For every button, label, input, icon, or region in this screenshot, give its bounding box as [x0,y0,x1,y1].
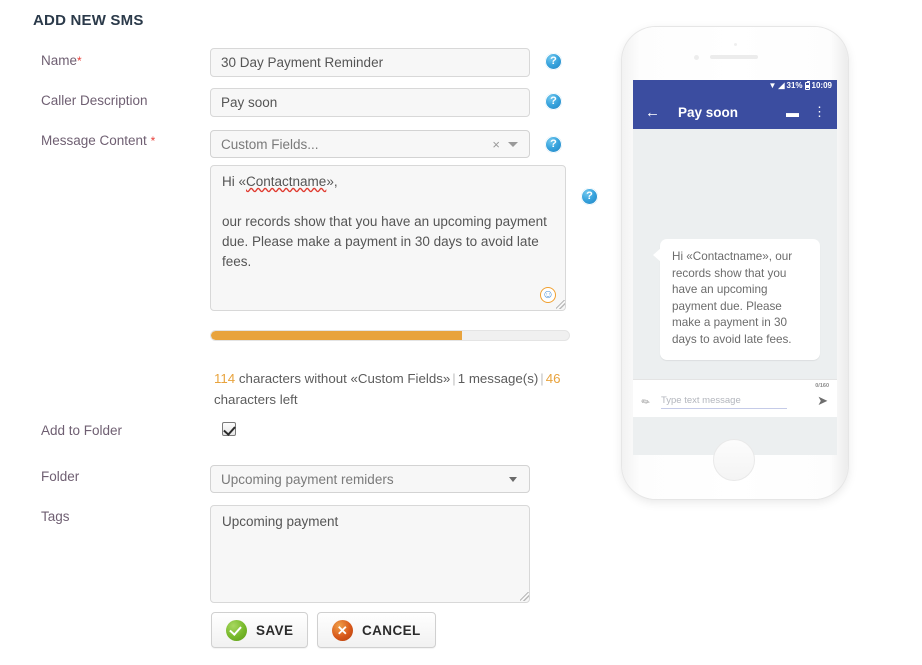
help-icon-custom-fields[interactable]: ? [545,136,562,153]
character-count-text: characters without «Custom Fields» [235,371,451,386]
folder-select[interactable]: Upcoming payment remiders [210,465,530,493]
proximity-sensor-icon [734,43,737,46]
send-icon[interactable]: ➤ [817,393,828,409]
cancel-button-label: CANCEL [362,622,421,638]
phone-screen: ▼ ◢ 31% 10:09 ← Pay soon ▬ ⋮ Hi «Contact… [633,80,837,455]
chevron-down-icon[interactable] [508,141,518,147]
earpiece-speaker [710,55,758,59]
folder-value: Upcoming payment remiders [221,471,394,487]
tags-label: Tags [41,509,70,524]
phone-message-placeholder[interactable]: Type text message [661,395,787,409]
page-title: ADD NEW SMS [33,12,144,29]
character-progress-bar [210,330,570,341]
check-circle-icon [226,619,247,641]
add-new-sms-page: ADD NEW SMS Name* ? Caller Description ?… [0,0,922,665]
message-count: 1 message(s) [457,371,539,386]
character-progress-fill [211,331,462,340]
custom-fields-value: Custom Fields... [221,136,319,152]
wifi-icon: ▼ [768,81,777,90]
close-circle-icon: ✕ [332,619,353,641]
phone-app-bar: ← Pay soon ▬ ⋮ [633,95,837,129]
overflow-menu-icon[interactable]: ⋮ [813,104,826,120]
status-bar-indicators: ▼ ◢ 31% 10:09 [768,80,832,90]
name-label: Name* [41,53,82,68]
help-icon-caller-description[interactable]: ? [545,93,562,110]
characters-left-text: characters left [214,392,298,407]
required-asterisk: * [77,54,82,68]
caller-description-input[interactable] [210,88,530,117]
help-icon-message[interactable]: ? [581,188,598,205]
save-button-label: SAVE [256,622,294,638]
caller-description-label: Caller Description [41,93,148,108]
battery-icon [804,80,810,90]
name-input[interactable] [210,48,530,77]
message-bubble: Hi «Contactname», our records show that … [653,239,820,360]
clear-icon[interactable]: × [484,137,508,152]
save-button[interactable]: SAVE [211,612,309,648]
custom-fields-select[interactable]: Custom Fields... × [210,130,530,158]
phone-preview: ▼ ◢ 31% 10:09 ← Pay soon ▬ ⋮ Hi «Contact… [622,27,848,499]
phone-message-input-bar: 0/160 ✎ Type text message ➤ [633,379,837,417]
folder-label: Folder [41,469,80,484]
front-camera-icon [694,55,699,60]
character-counter: 114 characters without «Custom Fields» | 1… [214,368,582,410]
chevron-down-icon [509,476,517,482]
message-content-textarea[interactable] [210,165,566,311]
tags-resize-handle[interactable] [520,592,529,601]
cancel-button[interactable]: ✕ CANCEL [317,612,436,648]
character-count: 114 [214,371,236,386]
characters-left-count: 46 [545,371,561,386]
attachment-icon[interactable]: ✎ [640,396,653,410]
phone-status-bar: ▼ ◢ 31% 10:09 [633,80,837,95]
help-icon-name[interactable]: ? [545,53,562,70]
add-to-folder-checkbox[interactable] [222,422,236,436]
emoji-icon[interactable]: ☺ [540,287,556,303]
signal-icon: ◢ [778,81,785,90]
conversation-body: Hi «Contactname», our records show that … [633,129,837,417]
phone-character-counter: 0/160 [815,383,829,389]
add-to-folder-label: Add to Folder [41,423,123,438]
conversation-title: Pay soon [678,104,739,120]
back-arrow-icon[interactable]: ← [645,104,660,121]
counter-separator-1: | [452,371,456,386]
clock-time: 10:09 [811,81,832,90]
counter-separator-2: | [540,371,544,386]
message-content-label: Message Content * [41,133,156,148]
home-button[interactable] [713,439,755,481]
required-asterisk: * [150,134,156,148]
message-icon[interactable]: ▬ [786,105,799,120]
textarea-resize-handle[interactable] [556,300,565,309]
battery-percent: 31% [786,81,803,90]
tags-textarea[interactable]: Upcoming payment [210,505,530,603]
